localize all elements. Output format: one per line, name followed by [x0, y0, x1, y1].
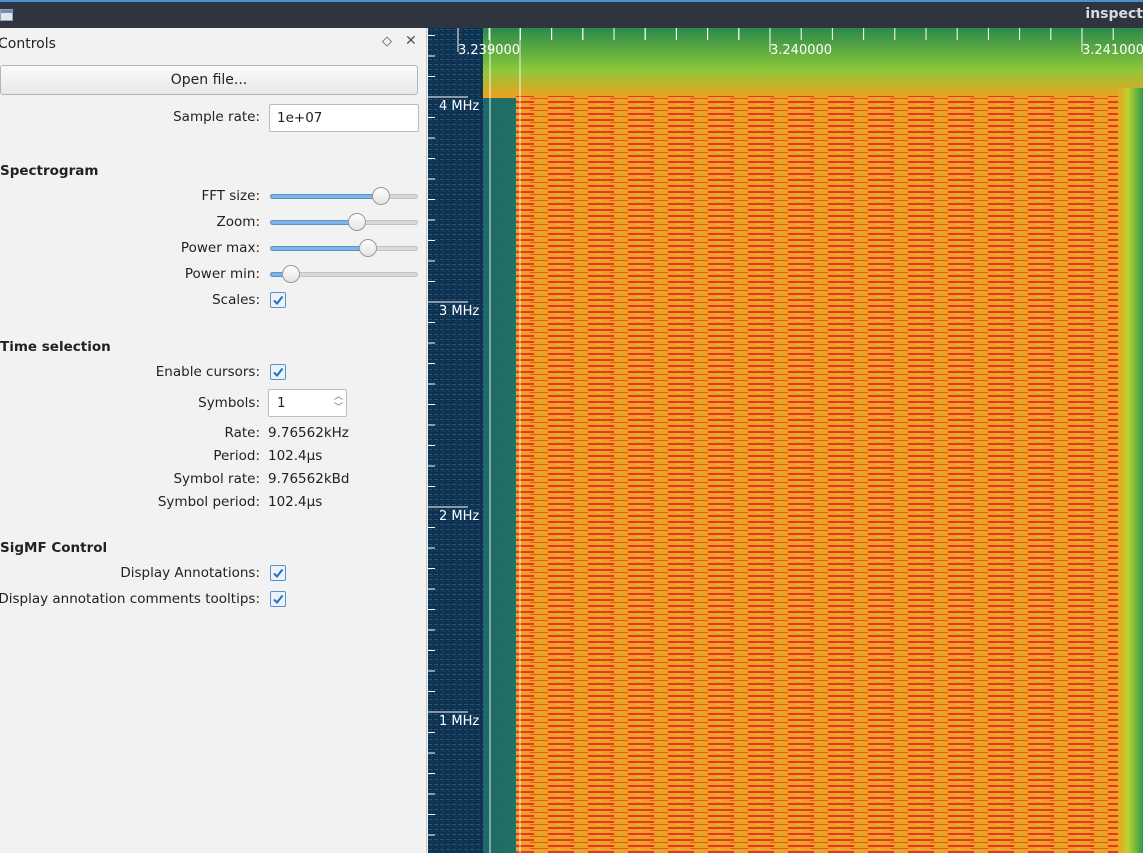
power-max-slider[interactable]	[270, 238, 418, 258]
power-max-label: Power max:	[180, 240, 260, 256]
checkmark-icon	[273, 367, 284, 378]
close-icon[interactable]: ✕	[405, 33, 417, 49]
display-annotations-label: Display Annotations:	[120, 565, 260, 581]
power-min-slider[interactable]	[270, 264, 418, 284]
dock-title: Controls	[0, 36, 56, 52]
rate-label: Rate:	[224, 425, 260, 441]
slider-fill	[270, 194, 381, 199]
time-tick-label: 3.240000	[770, 43, 832, 58]
symbol-rate-label: Symbol rate:	[173, 471, 260, 487]
fft-size-label: FFT size:	[201, 188, 260, 204]
time-selection-heading: Time selection	[0, 339, 111, 355]
enable-cursors-label: Enable cursors:	[155, 364, 260, 380]
controls-dock: Controls ◇ ✕ Open file... Sample rate: 1…	[0, 28, 427, 853]
rate-value: 9.76562kHz	[268, 425, 349, 441]
symbols-spinbox[interactable]: 1 ︿ ﹀	[268, 389, 347, 417]
slider-handle[interactable]	[372, 187, 390, 205]
sample-rate-input[interactable]: 1e+07	[269, 104, 419, 132]
slider-fill	[270, 220, 357, 225]
zoom-slider[interactable]	[270, 212, 418, 232]
symbols-value: 1	[277, 395, 286, 411]
frequency-tick-label: 2 MHz	[439, 509, 479, 524]
period-value: 102.4µs	[268, 448, 323, 464]
diamond-icon[interactable]: ◇	[382, 34, 392, 49]
checkmark-icon	[273, 594, 284, 605]
sample-rate-label: Sample rate:	[173, 109, 260, 125]
display-tooltips-label: Display annotation comments tooltips:	[0, 591, 260, 607]
display-tooltips-checkbox[interactable]	[270, 591, 286, 607]
symbol-rate-value: 9.76562kBd	[268, 471, 350, 487]
period-label: Period:	[213, 448, 260, 464]
slider-fill	[270, 246, 368, 251]
frequency-tick-label: 4 MHz	[439, 99, 479, 114]
fft-size-slider[interactable]	[270, 186, 418, 206]
zoom-label: Zoom:	[216, 214, 260, 230]
symbol-period-value: 102.4µs	[268, 494, 323, 510]
symbol-period-label: Symbol period:	[157, 494, 260, 510]
display-annotations-checkbox[interactable]	[270, 565, 286, 581]
power-min-label: Power min:	[184, 266, 260, 282]
spectrogram-plot[interactable]: 3.239000 3.240000 3.241000 4 MHz 3 MHz 2 MHz…	[428, 28, 1143, 853]
sigmf-heading: SigMF Control	[0, 540, 108, 556]
slider-handle[interactable]	[359, 239, 377, 257]
window-icon[interactable]	[0, 9, 13, 21]
checkmark-icon	[273, 568, 284, 579]
symbols-label: Symbols:	[198, 395, 260, 411]
enable-cursors-checkbox[interactable]	[270, 364, 286, 380]
frequency-tick-label: 1 MHz	[439, 714, 479, 729]
scales-label: Scales:	[212, 292, 260, 308]
window-title: inspect	[1085, 6, 1143, 22]
chevron-down-icon[interactable]: ﹀	[334, 404, 343, 413]
spectrogram-canvas[interactable]: 3.239000 3.240000 3.241000 4 MHz 3 MHz 2 MHz…	[428, 28, 1143, 853]
checkmark-icon	[273, 295, 284, 306]
window-title-bar: inspect	[0, 0, 1143, 28]
spectrogram-heading: Spectrogram	[0, 163, 99, 179]
frequency-tick-label: 3 MHz	[439, 304, 479, 319]
time-tick-label: 3.239000	[458, 43, 520, 58]
scales-checkbox[interactable]	[270, 292, 286, 308]
chevron-up-icon[interactable]: ︿	[334, 393, 343, 402]
open-file-button[interactable]: Open file...	[0, 65, 418, 95]
slider-handle[interactable]	[282, 265, 300, 283]
time-tick-label: 3.241000	[1082, 43, 1143, 58]
slider-handle[interactable]	[348, 213, 366, 231]
